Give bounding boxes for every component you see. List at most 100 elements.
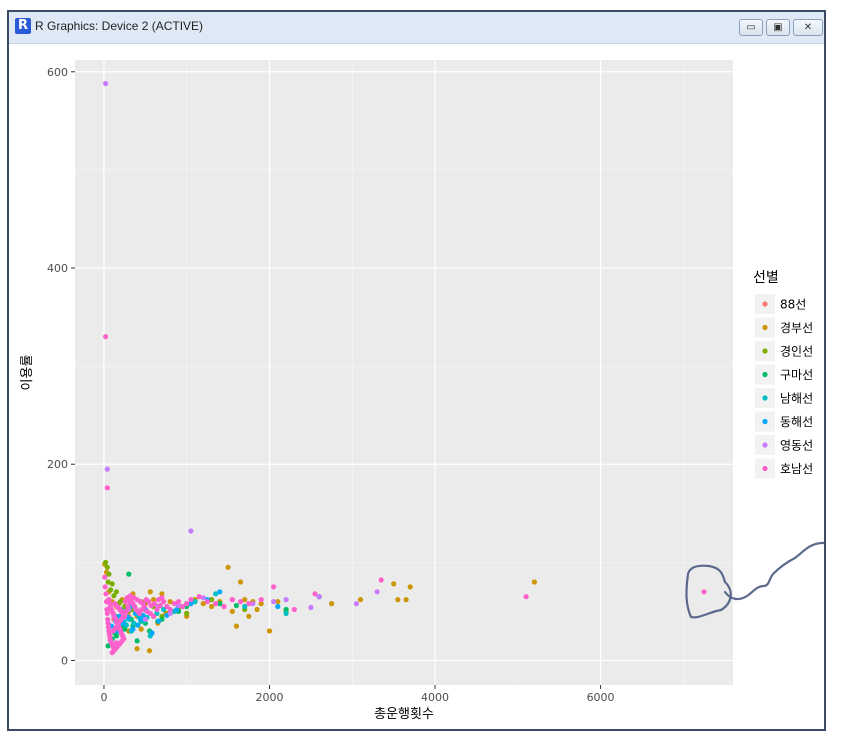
close-button[interactable]: ✕ [793,19,823,36]
data-point [103,334,109,340]
legend-label: 구마선 [780,368,813,382]
r-app-icon: R [15,18,31,34]
y-tick-label: 400 [47,262,68,275]
legend-swatch [762,418,768,425]
data-point [184,610,190,617]
data-point [135,622,141,628]
data-point [275,603,281,610]
minimize-button[interactable]: ▭ [739,19,763,36]
maximize-button[interactable]: ▣ [766,19,790,36]
data-point [140,601,146,607]
data-point [119,638,125,644]
x-tick-label: 4000 [421,691,449,704]
data-point [184,601,190,607]
data-point [701,589,707,595]
data-point [138,626,144,632]
y-tick-label: 0 [61,654,68,667]
legend-label: 남해선 [780,392,813,406]
data-point [149,630,155,636]
x-axis-ticks: 0 2000 4000 6000 [100,685,615,704]
data-point [105,579,111,585]
data-point [378,577,384,583]
legend: 선별 88선경부선경인선구마선남해선동해선영동선호남선 [753,270,813,479]
data-point [291,606,297,613]
data-point [108,587,114,593]
legend-swatch [762,371,768,378]
data-point [329,601,335,607]
legend-title: 선별 [753,270,779,286]
legend-swatch [762,442,768,448]
data-point [407,584,413,590]
data-point [531,579,538,585]
data-point [151,613,157,619]
panel-background [75,60,733,685]
data-point [523,594,529,600]
data-point [159,595,165,601]
data-point [316,594,322,600]
legend-swatch [762,465,768,472]
x-axis-title: 총운행횟수 [374,706,434,722]
data-point [221,603,227,610]
data-point [102,584,108,590]
legend-label: 경인선 [780,345,813,359]
data-point [104,466,110,472]
data-point [126,571,132,577]
y-tick-label: 200 [47,458,68,471]
data-point [246,601,252,607]
data-point [229,608,235,615]
data-point [204,599,210,605]
data-point [142,616,148,622]
annotation-line [723,541,824,601]
data-point [271,584,277,590]
data-point [213,601,219,607]
y-axis-title: 이용률 [20,355,35,391]
data-point [254,606,260,613]
data-point [104,610,110,617]
data-point [111,593,117,599]
data-point [266,628,273,634]
data-point [147,589,153,595]
legend-label: 영동선 [780,439,813,453]
plot-panel [75,60,733,685]
data-point [196,594,202,600]
data-point [104,485,110,491]
data-point [233,623,239,629]
data-point [395,597,401,603]
scatter-plot: 0 2000 4000 6000 0 200 400 600 총운행횟수 이용률 선별 88… [20,60,824,722]
data-point [225,564,231,570]
data-point [134,638,140,644]
data-point [103,591,109,597]
data-point [283,610,289,617]
legend-swatch [762,395,768,401]
data-point [188,528,194,534]
data-point [154,606,160,613]
legend-swatch [762,348,768,354]
legend-swatch [762,301,768,307]
data-point [237,599,244,605]
data-point [312,591,318,597]
legend-label: 호남선 [780,462,813,476]
data-point [134,646,140,652]
data-point [104,564,110,570]
x-tick-label: 0 [100,691,107,704]
data-point [125,603,131,610]
legend-label: 동해선 [780,415,813,429]
x-tick-label: 2000 [256,691,284,704]
data-point [103,559,109,566]
data-point [156,618,162,624]
title-bar[interactable]: R R Graphics: Device 2 (ACTIVE) ▭ ▣ ✕ [9,12,824,44]
r-graphics-window: R R Graphics: Device 2 (ACTIVE) ▭ ▣ ✕ 0 2… [7,10,826,731]
data-point [391,581,397,587]
y-axis-ticks: 0 200 400 600 [47,66,75,667]
data-point [175,599,182,605]
data-point [130,626,136,632]
data-point [374,589,380,595]
data-point [353,601,359,607]
data-point [283,597,289,603]
data-point [167,606,173,613]
data-point [258,597,264,603]
data-point [237,579,244,585]
y-tick-label: 600 [47,66,68,79]
window-title: R Graphics: Device 2 (ACTIVE) [35,19,204,33]
data-point [357,597,364,603]
